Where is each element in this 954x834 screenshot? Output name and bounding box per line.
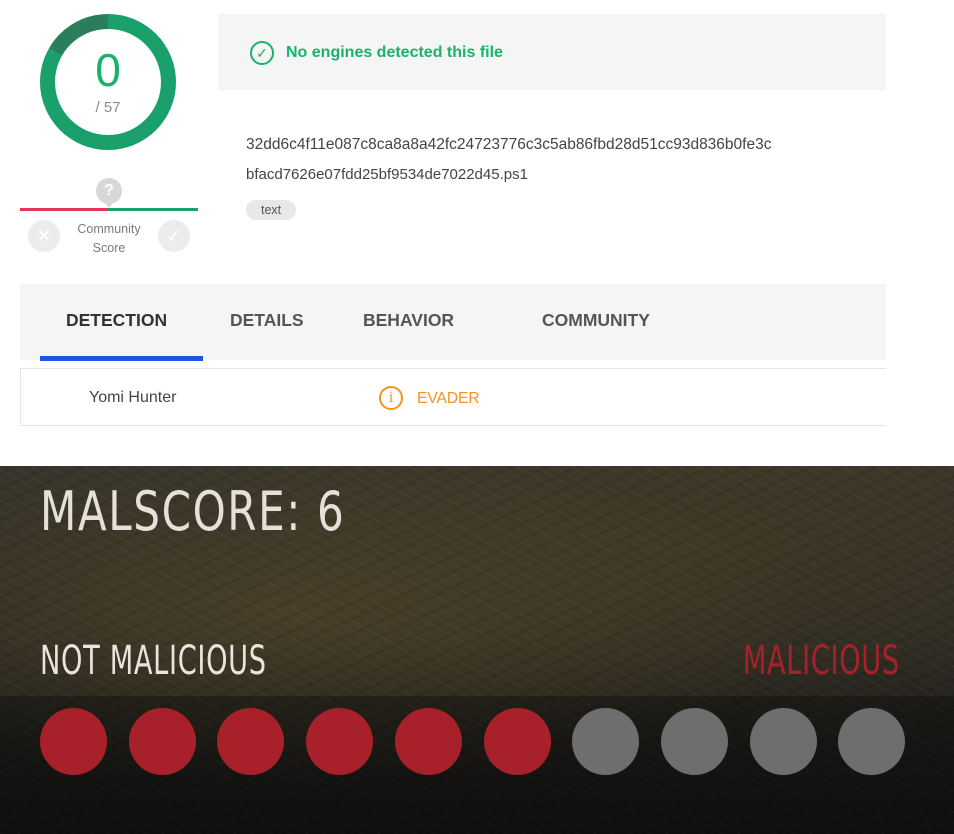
score-dot-empty [749,708,817,775]
community-score-negative-bar [20,208,108,211]
vote-harmless-button[interactable]: ✓ [158,220,190,252]
table-row: Yomi Hunter i EVADER [20,368,886,426]
info-warning-icon: i [379,386,403,410]
malscore-title: MALSCORE: 6 [40,480,346,543]
virustotal-panel: 0 / 57 ? ✕ Community Score ✓ ✓ No engine… [0,0,954,432]
score-dot-filled [217,708,285,775]
score-dots [40,708,910,776]
detection-count: 0 [95,44,121,96]
score-dot-filled [128,708,196,775]
file-tag[interactable]: text [246,200,297,220]
not-malicious-label: NOT MALICIOUS [40,638,267,684]
community-score-positive-bar [108,208,198,211]
community-score: ? ✕ Community Score ✓ [20,176,200,260]
detection-status-text: No engines detected this file [286,44,503,61]
score-dot-filled [40,708,107,775]
score-dot-filled [306,708,374,775]
community-score-label: Community Score [77,222,141,255]
vote-harmful-button[interactable]: ✕ [28,220,60,252]
score-dot-empty [838,708,906,775]
check-circle-icon: ✓ [250,41,274,65]
tab-detection[interactable]: DETECTION [66,310,167,331]
detection-gauge: 0 / 57 [40,14,176,150]
tab-bar: DETECTION DETAILS BEHAVIOR COMMUNITY [20,284,886,361]
tab-details[interactable]: DETAILS [230,310,304,331]
detection-status-banner: ✓ No engines detected this file [218,14,886,90]
engine-verdict: EVADER [417,390,480,407]
malscore-panel: MALSCORE: 6 NOT MALICIOUS MALICIOUS [0,466,954,834]
score-pin-tip [103,200,115,208]
score-dot-filled [483,708,551,775]
score-dot-empty [660,708,728,775]
gauge-center: 0 / 57 [55,29,161,135]
score-dot-filled [394,708,462,775]
file-hash[interactable]: 32dd6c4f11e087c8ca8a8a42fc24723776c3c5ab… [246,136,771,154]
file-name: bfacd7626e07fdd25bf9534de7022d45.ps1 [246,166,528,183]
tab-community[interactable]: COMMUNITY [542,310,650,331]
score-dot-empty [572,708,640,775]
tab-behavior[interactable]: BEHAVIOR [363,310,454,331]
engine-total: / 57 [95,99,121,116]
active-tab-indicator [40,356,203,361]
malicious-label: MALICIOUS [743,638,900,684]
engine-name: Yomi Hunter [89,389,177,406]
file-summary-card: ✓ No engines detected this file 32dd6c4f… [218,14,886,282]
